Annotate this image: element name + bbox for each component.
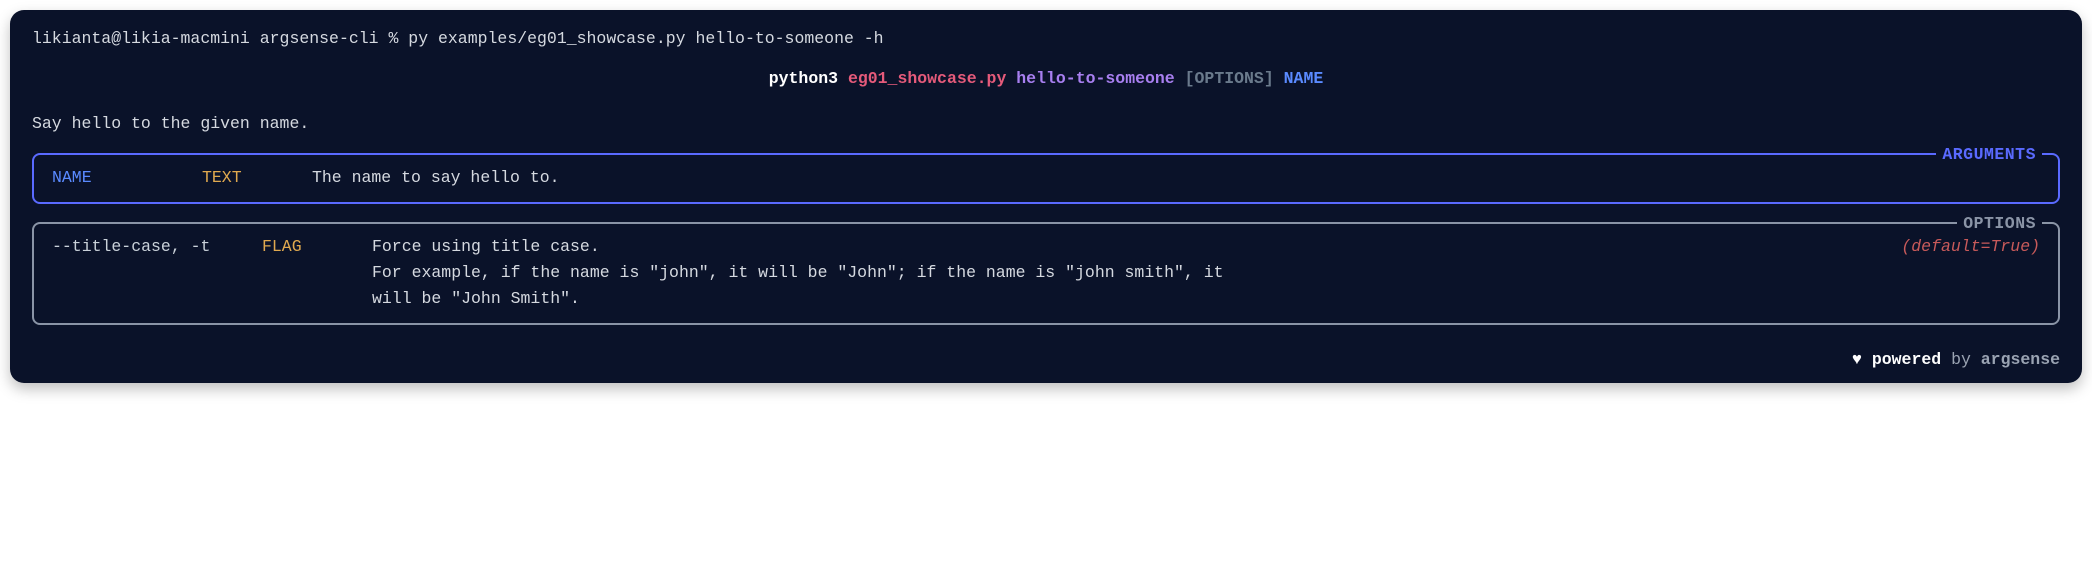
heart-icon: ♥ xyxy=(1852,350,1862,369)
footer: ♥ powered by argsense xyxy=(32,343,2060,373)
options-panel: OPTIONS --title-case, -t FLAG Force usin… xyxy=(32,222,2060,325)
option-desc: Force using title case. For example, if … xyxy=(372,234,1870,313)
options-panel-title: OPTIONS xyxy=(1957,211,2042,237)
footer-brand: argsense xyxy=(1981,350,2060,369)
arguments-panel: ARGUMENTS NAME TEXT The name to say hell… xyxy=(32,153,2060,203)
usage-positional: NAME xyxy=(1284,69,1324,88)
option-flags: --title-case, -t xyxy=(52,234,262,260)
footer-by: by xyxy=(1951,350,1971,369)
command-description: Say hello to the given name. xyxy=(32,111,2060,137)
option-type: FLAG xyxy=(262,234,372,260)
prompt-command: py examples/eg01_showcase.py hello-to-so… xyxy=(408,29,883,48)
usage-script: eg01_showcase.py xyxy=(848,69,1006,88)
option-default: (default=True) xyxy=(1870,234,2040,260)
footer-powered: powered xyxy=(1872,350,1941,369)
terminal-window: likianta@likia-macmini argsense-cli % py… xyxy=(10,10,2082,383)
usage-options-token: [OPTIONS] xyxy=(1185,69,1274,88)
usage-python: python3 xyxy=(769,69,838,88)
argument-desc: The name to say hello to. xyxy=(312,165,2040,191)
usage-subcommand: hello-to-someone xyxy=(1016,69,1174,88)
argument-row: NAME TEXT The name to say hello to. xyxy=(52,165,2040,191)
prompt-symbol: % xyxy=(388,29,398,48)
argument-name: NAME xyxy=(52,165,202,191)
argument-type: TEXT xyxy=(202,165,312,191)
usage-line: python3 eg01_showcase.py hello-to-someon… xyxy=(32,66,2060,92)
prompt-cwd: argsense-cli xyxy=(260,29,379,48)
option-row: --title-case, -t FLAG Force using title … xyxy=(52,234,2040,313)
arguments-panel-title: ARGUMENTS xyxy=(1936,142,2042,168)
prompt-user-host: likianta@likia-macmini xyxy=(32,29,250,48)
shell-prompt-line: likianta@likia-macmini argsense-cli % py… xyxy=(32,26,2060,52)
